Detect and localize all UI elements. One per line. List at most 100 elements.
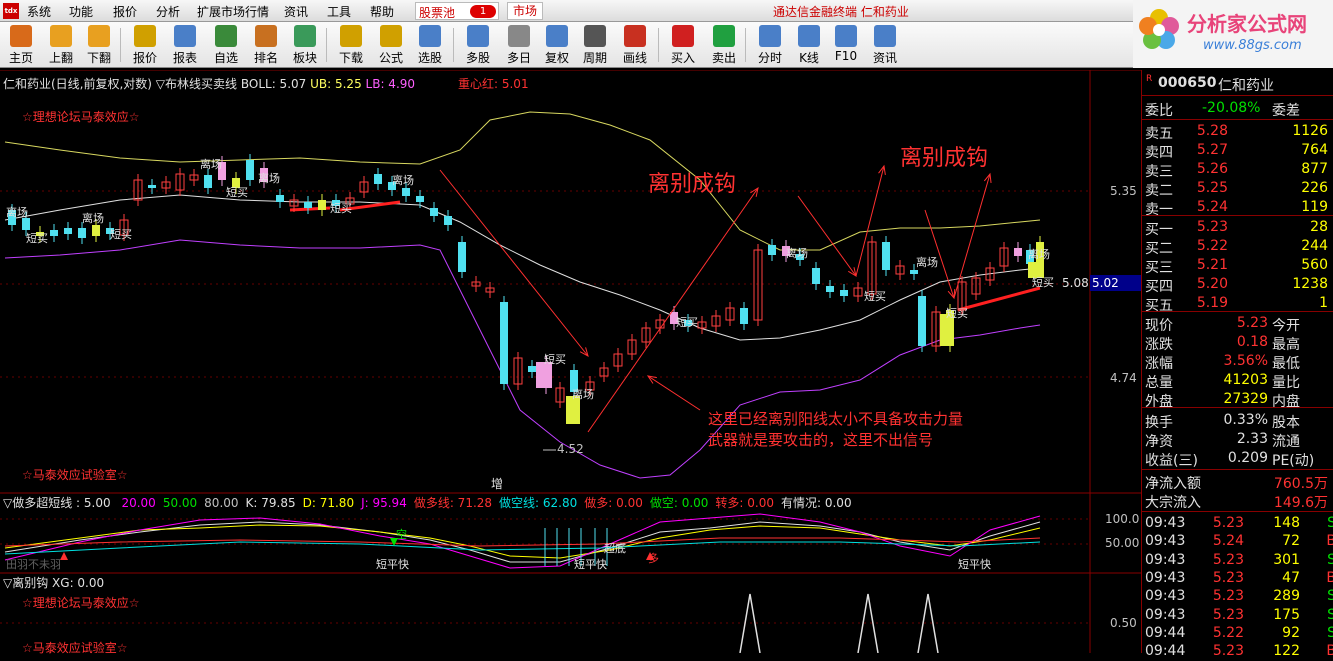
f8-icon xyxy=(584,25,606,47)
toolbar-button-15[interactable]: 周期 xyxy=(576,24,614,66)
toolbar-button-7[interactable]: 排名 xyxy=(247,24,285,66)
toolbar-button-16[interactable]: 画线 xyxy=(616,24,654,66)
bid-volume: 560 xyxy=(1301,257,1328,273)
toolbar-button-21[interactable]: F10 xyxy=(827,24,865,66)
stat-label: 现价 xyxy=(1145,318,1173,334)
signal-label: 短买 xyxy=(330,201,352,215)
stat-label-2: 最低 xyxy=(1272,356,1300,372)
tick-price: 5.23 xyxy=(1212,588,1244,605)
tick-volume: 148 xyxy=(1273,515,1300,531)
stock-pool-label: 股票池 xyxy=(419,6,456,20)
candle-body xyxy=(402,188,410,196)
candle-body xyxy=(826,286,834,292)
y-tick-3: 4.74 xyxy=(1110,371,1137,385)
toolbar-button-2[interactable]: 上翻 xyxy=(42,24,80,66)
flow-row: 净流入额 760.5万 xyxy=(1142,472,1333,492)
toolbar-separator xyxy=(745,28,746,62)
toolbar-button-14[interactable]: 复权 xyxy=(538,24,576,66)
indicator1-label: 空 xyxy=(396,527,407,541)
stat-value: 0.18 xyxy=(1236,334,1268,350)
xg-spike xyxy=(857,593,879,653)
toolbar-button-1[interactable]: 主页 xyxy=(2,24,40,66)
stat-label: 总量 xyxy=(1145,375,1173,391)
stock-pool-button[interactable]: 股票池 1 xyxy=(415,2,499,20)
stat2-label-2: PE(动) xyxy=(1272,453,1315,469)
indicator1-label: 短平快 xyxy=(574,557,607,571)
toolbar-button-9[interactable]: 下载 xyxy=(332,24,370,66)
indicator1-label: 多 xyxy=(648,551,659,565)
callout-hook-1: 离别成钩 xyxy=(648,172,737,197)
candle-body xyxy=(92,225,100,236)
tick-row: 09:43 5.23 301 S xyxy=(1142,551,1333,570)
toolbar-button-20[interactable]: K线 xyxy=(790,24,828,66)
toolbar-button-label: 选股 xyxy=(417,51,442,65)
stat-label-2: 量比 xyxy=(1272,375,1300,391)
menu-help[interactable]: 帮助 xyxy=(370,3,394,20)
menu-analysis[interactable]: 分析 xyxy=(156,3,180,20)
toolbar-button-5[interactable]: 报表 xyxy=(166,24,204,66)
bid-price: 5.22 xyxy=(1196,238,1228,254)
candle-body xyxy=(148,185,156,188)
toolbar-button-label: 卖出 xyxy=(711,51,736,65)
stat2-label: 收益(三) xyxy=(1145,453,1198,469)
menu-function[interactable]: 功能 xyxy=(69,3,93,20)
bid-volume: 28 xyxy=(1310,219,1328,235)
signal-label: 离场 xyxy=(1028,247,1050,261)
flow-label: 净流入额 xyxy=(1145,476,1201,492)
tick-time: 09:43 xyxy=(1145,569,1186,586)
r-marker: R xyxy=(1146,74,1153,84)
toolbar-button-17[interactable]: 买入 xyxy=(664,24,702,66)
menu-quote[interactable]: 报价 xyxy=(113,3,137,20)
logo-url: www.88gs.com xyxy=(1203,38,1302,53)
candle-body xyxy=(528,366,536,372)
market-tab[interactable]: 市场 xyxy=(507,2,543,20)
candle-body xyxy=(910,270,918,274)
candle-body xyxy=(458,242,466,272)
toolbar-button-3[interactable]: 下翻 xyxy=(80,24,118,66)
tick-price: 5.23 xyxy=(1212,606,1244,623)
bid-row: 买一 5.23 28 xyxy=(1142,218,1333,238)
ask-row: 卖三 5.26 877 xyxy=(1142,160,1333,180)
toolbar-button-19[interactable]: 分时 xyxy=(751,24,789,66)
menu-system[interactable]: 系统 xyxy=(27,3,51,20)
stat2-label: 换手 xyxy=(1145,415,1173,431)
flow-value: 760.5万 xyxy=(1273,476,1328,492)
stat2-value: 0.33% xyxy=(1223,412,1268,428)
toolbar-button-22[interactable]: 资讯 xyxy=(866,24,904,66)
stock-name: 仁和药业 xyxy=(1218,78,1274,94)
toolbar-separator xyxy=(453,28,454,62)
toolbar-button-6[interactable]: 自选 xyxy=(207,24,245,66)
toolbar-button-18[interactable]: 卖出 xyxy=(705,24,743,66)
arrow-down-icon xyxy=(88,25,110,47)
toolbar-button-label: F10 xyxy=(834,49,858,63)
tick-row: 09:44 5.22 92 S xyxy=(1142,624,1333,643)
menu-extended-market[interactable]: 扩展市场行情 xyxy=(197,3,269,20)
candle-body xyxy=(50,230,58,236)
ind2-y-tick: 0.50 xyxy=(1110,616,1137,630)
indicator1-value-3: 80.00 xyxy=(204,496,239,510)
tick-row: 09:43 5.23 289 S xyxy=(1142,587,1333,606)
candle-body xyxy=(304,202,312,208)
bid-volume: 1 xyxy=(1319,295,1328,311)
menu-tools[interactable]: 工具 xyxy=(327,3,351,20)
adjust-icon xyxy=(546,25,568,47)
tick-volume: 175 xyxy=(1273,606,1300,623)
bid-price: 5.23 xyxy=(1196,219,1228,235)
toolbar-button-8[interactable]: 板块 xyxy=(286,24,324,66)
toolbar-button-11[interactable]: 选股 xyxy=(411,24,449,66)
toolbar-button-label: 报价 xyxy=(132,51,157,65)
app-icon[interactable]: tdx xyxy=(3,3,19,19)
toolbar-button-4[interactable]: 报价 xyxy=(126,24,164,66)
toolbar-button-10[interactable]: 公式 xyxy=(372,24,410,66)
toolbar-separator xyxy=(120,28,121,62)
stat-label-2: 今开 xyxy=(1272,318,1300,334)
menu-news[interactable]: 资讯 xyxy=(284,3,308,20)
ask-label: 卖一 xyxy=(1145,202,1173,218)
tick-row: 09:43 5.23 175 S xyxy=(1142,606,1333,625)
indicator2-watermark-bottom: ☆马泰效应试验室☆ xyxy=(22,641,128,655)
bid-price: 5.21 xyxy=(1196,257,1228,273)
signal-label: 短买 xyxy=(26,231,48,245)
toolbar-button-12[interactable]: 多股 xyxy=(459,24,497,66)
toolbar-button-13[interactable]: 多日 xyxy=(500,24,538,66)
candle-body xyxy=(374,174,382,184)
